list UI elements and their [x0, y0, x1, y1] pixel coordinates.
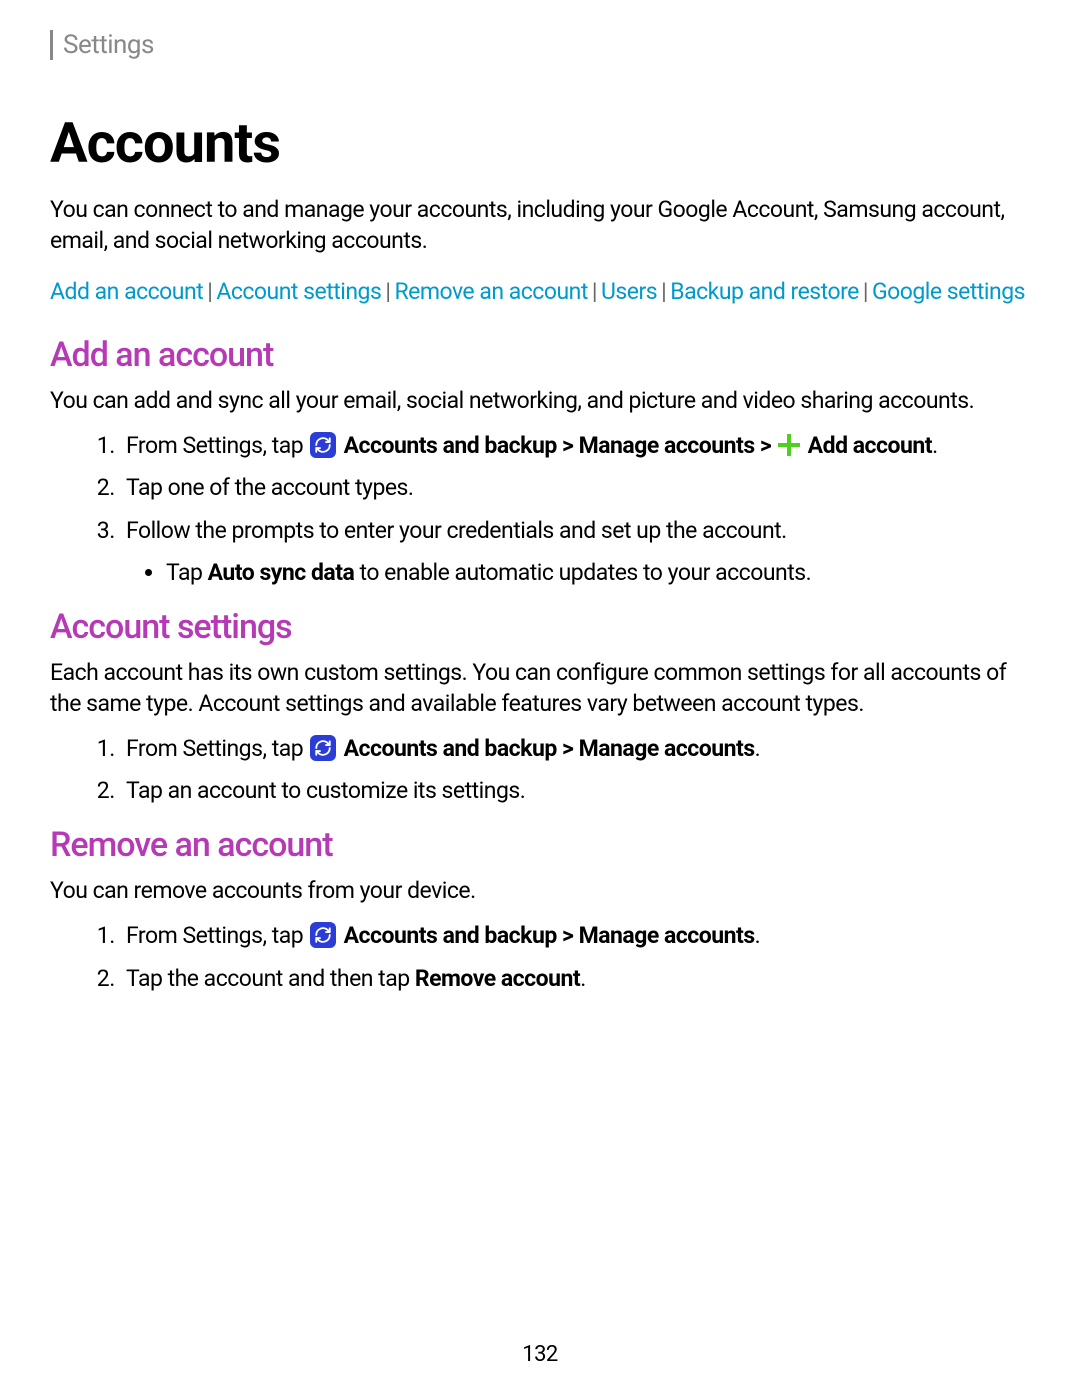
toc-link-users[interactable]: Users: [601, 278, 657, 305]
step-text: From Settings, tap: [126, 432, 308, 459]
step-1: From Settings, tap Accounts and backup >…: [120, 920, 1030, 952]
steps-add-account: From Settings, tap Accounts and backup >…: [50, 430, 1030, 589]
sync-icon: [310, 735, 336, 761]
step-1: From Settings, tap Accounts and backup >…: [120, 430, 1030, 462]
section-desc-remove-account: You can remove accounts from your device…: [50, 875, 1030, 906]
step-sep: >: [557, 432, 579, 459]
step-prefix: Tap the account and then tap: [126, 965, 415, 992]
sync-icon: [310, 922, 336, 948]
step-text: From Settings, tap: [126, 735, 308, 762]
section-title-account-settings: Account settings: [50, 607, 1030, 647]
step-bold: Manage accounts: [579, 922, 755, 949]
step-bold: Accounts and backup: [338, 922, 556, 949]
page-title: Accounts: [50, 110, 1030, 176]
step-text: From Settings, tap: [126, 922, 308, 949]
step-bold: Manage accounts: [579, 735, 755, 762]
sync-icon: [310, 432, 336, 458]
step-2: Tap an account to customize its settings…: [120, 775, 1030, 807]
toc-link-backup-restore[interactable]: Backup and restore: [670, 278, 859, 305]
step-bold: Accounts and backup: [338, 432, 556, 459]
section-title-remove-account: Remove an account: [50, 825, 1030, 865]
step-3: Follow the prompts to enter your credent…: [120, 515, 1030, 589]
toc-link-remove-account[interactable]: Remove an account: [394, 278, 587, 305]
step-bold: Accounts and backup: [338, 735, 556, 762]
section-desc-account-settings: Each account has its own custom settings…: [50, 657, 1030, 719]
step-sep: >: [755, 432, 777, 459]
step-sep: >: [557, 735, 579, 762]
sub-suffix: to enable automatic updates to your acco…: [354, 559, 811, 586]
step-period: .: [932, 432, 938, 459]
step-bold: Manage accounts: [579, 432, 755, 459]
step-period: .: [755, 735, 761, 762]
breadcrumb-wrap: Settings: [50, 30, 1030, 60]
step-bold: Add account: [802, 432, 932, 459]
sub-prefix: Tap: [166, 559, 208, 586]
step-1: From Settings, tap Accounts and backup >…: [120, 733, 1030, 765]
toc-link-account-settings[interactable]: Account settings: [216, 278, 381, 305]
section-title-add-account: Add an account: [50, 335, 1030, 375]
toc-link-google-settings[interactable]: Google settings: [872, 278, 1025, 305]
step-sep: >: [557, 922, 579, 949]
step-2: Tap one of the account types.: [120, 472, 1030, 504]
toc-separator: |: [859, 278, 872, 305]
steps-remove-account: From Settings, tap Accounts and backup >…: [50, 920, 1030, 994]
step-2: Tap the account and then tap Remove acco…: [120, 963, 1030, 995]
step-period: .: [580, 965, 586, 992]
table-of-contents: Add an account|Account settings|Remove a…: [50, 276, 1030, 307]
breadcrumb: Settings: [63, 30, 1030, 60]
intro-paragraph: You can connect to and manage your accou…: [50, 194, 1030, 256]
toc-separator: |: [203, 278, 216, 305]
sub-item: Tap Auto sync data to enable automatic u…: [166, 557, 1030, 589]
page-number: 132: [0, 1342, 1080, 1367]
steps-account-settings: From Settings, tap Accounts and backup >…: [50, 733, 1030, 807]
step-period: .: [755, 922, 761, 949]
toc-link-add-account[interactable]: Add an account: [50, 278, 203, 305]
sub-list: Tap Auto sync data to enable automatic u…: [126, 557, 1030, 589]
toc-separator: |: [657, 278, 670, 305]
step-text: Follow the prompts to enter your credent…: [126, 517, 787, 544]
section-desc-add-account: You can add and sync all your email, soc…: [50, 385, 1030, 416]
step-bold: Remove account: [415, 965, 580, 992]
toc-separator: |: [381, 278, 394, 305]
plus-icon: [777, 433, 801, 457]
toc-separator: |: [588, 278, 601, 305]
sub-bold: Auto sync data: [208, 559, 355, 586]
